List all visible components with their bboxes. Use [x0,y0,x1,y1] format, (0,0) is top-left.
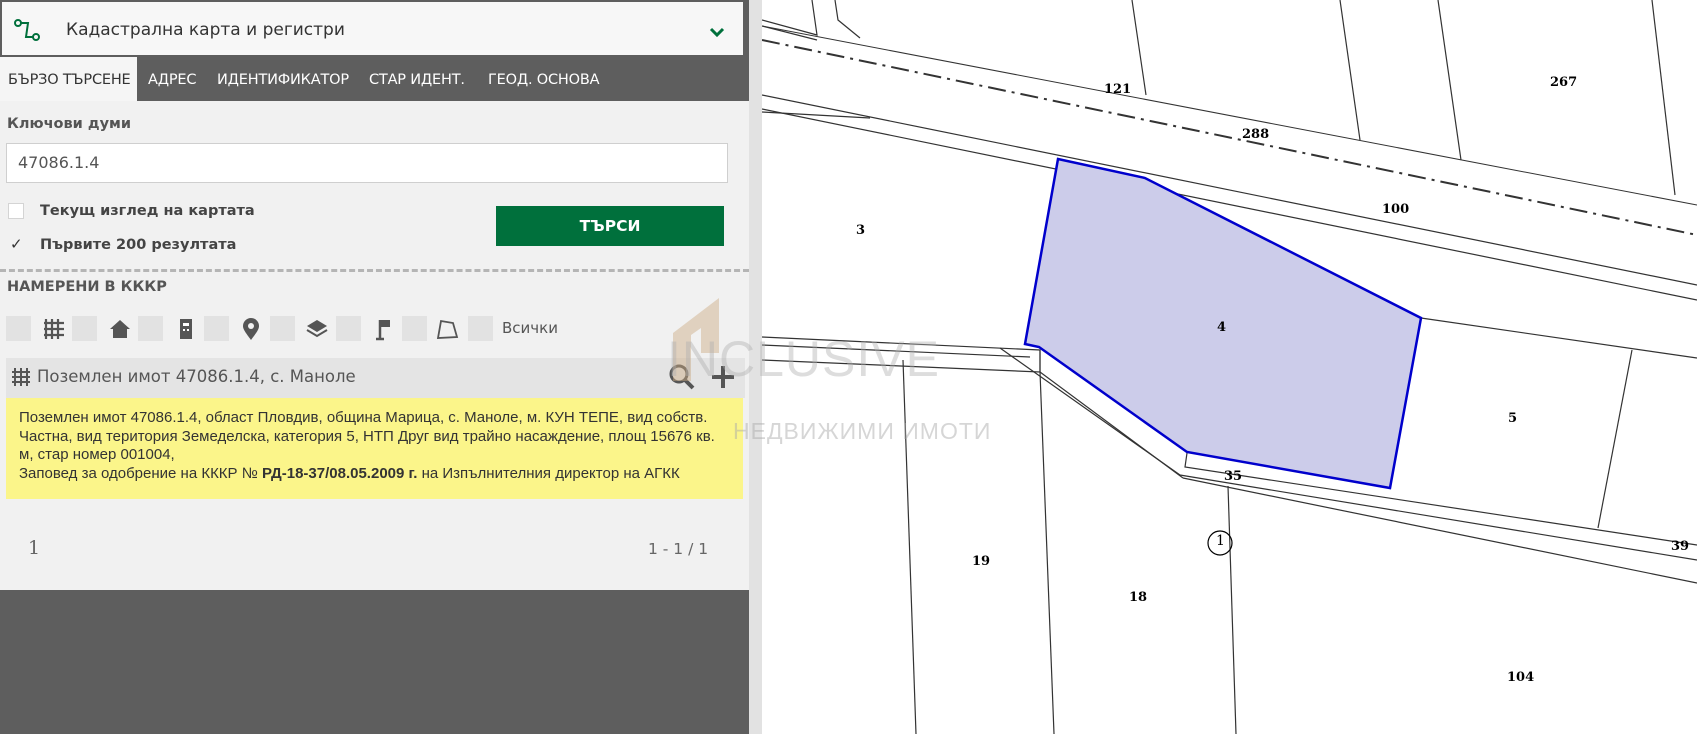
keywords-input[interactable]: 47086.1.4 [6,143,728,183]
building-icon[interactable] [173,316,199,342]
tab-old-identifier[interactable]: СТАР ИДЕНТ. [369,57,465,101]
current-view-checkbox[interactable] [8,203,24,219]
parcel-label: 39 [1671,539,1690,554]
watermark-subtext: НЕДВИЖИМИ ИМОТИ [733,418,992,444]
app-title: Кадастрална карта и регистри [66,20,345,40]
left-panel: Кадастрална карта и регистри БЪРЗО ТЪРСЕ… [0,0,749,734]
filter-toggle[interactable] [270,316,295,341]
layers-icon[interactable] [304,316,330,342]
filter-toggle[interactable] [468,316,493,341]
parcel-label: 104 [1507,670,1535,685]
filter-toggle[interactable] [72,316,97,341]
chevron-down-icon[interactable] [707,22,727,42]
filter-toggle[interactable] [402,316,427,341]
point-marker-label: 1 [1216,533,1225,549]
parcel-label: 4 [1217,320,1227,335]
parcel-label: 35 [1224,469,1243,484]
filter-all-label[interactable]: Всички [502,319,558,337]
first-200-label: Първите 200 резултата [40,237,237,253]
parcel-label: 19 [972,554,991,569]
section-divider [0,269,749,272]
quick-search-panel: Ключови думи 47086.1.4 Текущ изглед на к… [0,101,749,590]
app-header[interactable]: Кадастрална карта и регистри [0,0,745,57]
result-item[interactable]: Поземлен имот 47086.1.4, с. Маноле [6,358,745,398]
result-info-box: Поземлен имот 47086.1.4, област Пловдив,… [6,398,743,499]
parcel-label: 3 [856,223,866,238]
info-order-number: РД-18-37/08.05.2009 г. [262,464,418,482]
parcel-label: 100 [1382,202,1410,217]
info-text: Поземлен имот 47086.1.4, област Пловдив,… [19,409,715,463]
tab-address[interactable]: АДРЕС [148,57,196,101]
result-item-label: Поземлен имот 47086.1.4, с. Маноле [37,367,356,386]
filter-toggle[interactable] [204,316,229,341]
grid-icon[interactable] [41,316,67,342]
parcel-label: 5 [1508,411,1518,426]
pagination-page[interactable]: 1 [28,537,40,559]
home-icon[interactable] [107,316,133,342]
tab-quick-search[interactable]: БЪРЗО ТЪРСЕНЕ [0,57,137,101]
pagination-range: 1 - 1 / 1 [648,540,709,558]
parcel-label: 121 [1104,82,1132,97]
grid-icon [12,368,30,386]
pin-icon[interactable] [238,316,264,342]
search-button[interactable]: ТЪРСИ [496,206,724,246]
first-200-checkbox[interactable]: ✓ [8,236,24,254]
info-order-suffix: на Изпълнителния директор на АГКК [421,464,680,482]
search-tabs: БЪРЗО ТЪРСЕНЕ АДРЕС ИДЕНТИФИКАТОР СТАР И… [0,57,749,101]
filter-toggle[interactable] [6,316,31,341]
parcel-label: 288 [1242,127,1270,142]
filter-toggle[interactable] [138,316,163,341]
current-view-label: Текущ изглед на картата [40,203,255,219]
tab-geodetic-base[interactable]: ГЕОД. ОСНОВА [488,57,599,101]
polygon-icon[interactable] [434,316,460,342]
results-title: НАМЕРЕНИ В КККР [7,279,167,295]
tab-identifier[interactable]: ИДЕНТИФИКАТОР [217,57,349,101]
filter-toggle[interactable] [336,316,361,341]
flag-icon[interactable] [370,316,396,342]
watermark-text: INCLUSIVE [667,331,940,387]
parcel-label: 18 [1129,590,1148,605]
check-icon: ✓ [10,236,23,253]
info-order-prefix: Заповед за одобрение на КККР № [19,464,258,482]
parcel-label: 267 [1550,75,1578,90]
route-icon [14,19,40,41]
keywords-label: Ключови думи [7,116,132,132]
